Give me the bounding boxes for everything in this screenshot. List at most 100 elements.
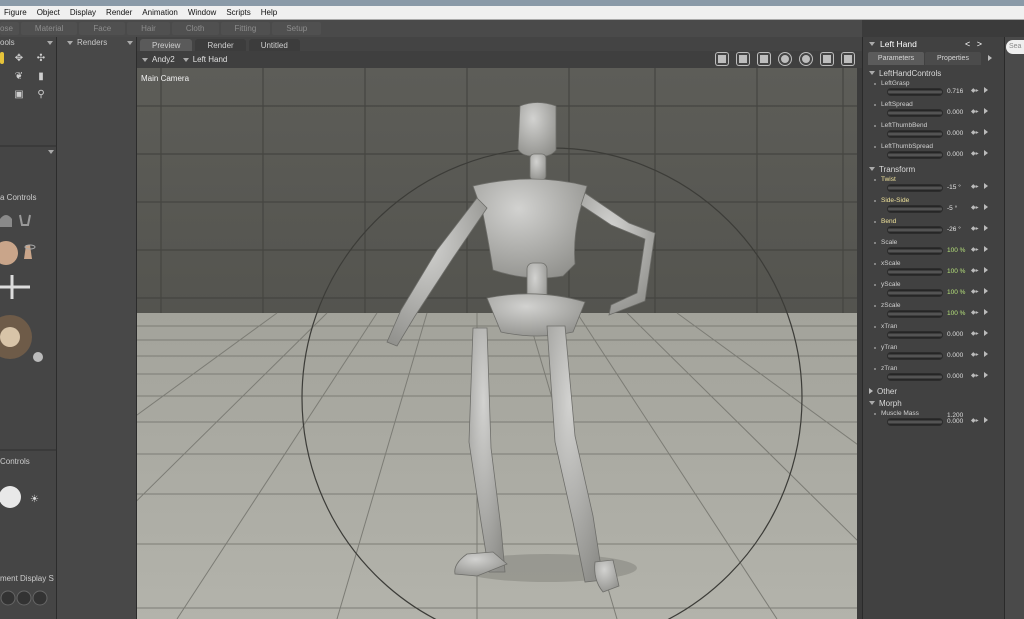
menu-object[interactable]: Object [32, 8, 65, 17]
keyframe-icon[interactable]: ◆▸ [971, 309, 979, 316]
camera-label[interactable]: Main Camera [141, 74, 189, 83]
param-menu-arrow-icon[interactable] [984, 108, 988, 114]
keyframe-icon[interactable]: ◆▸ [971, 288, 979, 295]
param-menu-arrow-icon[interactable] [984, 267, 988, 273]
param-dial[interactable] [887, 88, 943, 96]
search-input[interactable]: Sea [1006, 40, 1024, 54]
menu-scripts[interactable]: Scripts [221, 8, 255, 17]
keyframe-icon[interactable]: ◆▸ [971, 267, 979, 274]
panel-menu-icon-3[interactable] [127, 40, 133, 45]
keyframe-icon[interactable]: ◆▸ [971, 108, 979, 115]
morph-tool-icon[interactable]: ❦ [13, 70, 25, 82]
param-dial[interactable] [887, 226, 943, 234]
param-value[interactable]: 100 % [947, 289, 965, 296]
param-dial[interactable] [887, 109, 943, 117]
room-tab-face[interactable]: Face [79, 22, 126, 35]
param-menu-arrow-icon[interactable] [984, 351, 988, 357]
param-menu-arrow-icon[interactable] [984, 183, 988, 189]
param-dial[interactable] [887, 331, 943, 339]
param-dial[interactable] [887, 247, 943, 255]
keyframe-icon[interactable]: ◆▸ [971, 150, 979, 157]
param-menu-arrow-icon[interactable] [984, 330, 988, 336]
3d-viewport[interactable]: Main Camera [137, 68, 857, 619]
room-tab-material[interactable]: Material [20, 22, 78, 35]
param-menu-arrow-icon[interactable] [984, 129, 988, 135]
figure-select[interactable]: Andy2 [142, 55, 175, 64]
param-dial[interactable] [887, 184, 943, 192]
param-dial[interactable] [887, 205, 943, 213]
param-group-header[interactable]: Transform [863, 163, 1004, 175]
render-settings-icon[interactable] [842, 53, 854, 65]
param-menu-arrow-icon[interactable] [984, 204, 988, 210]
hand-icon-2[interactable] [19, 214, 31, 226]
param-menu-arrow-icon[interactable] [984, 225, 988, 231]
room-tab-pose[interactable]: ose [0, 22, 19, 35]
param-menu-arrow-icon[interactable] [984, 309, 988, 315]
tab-properties[interactable]: Properties [925, 52, 981, 65]
param-value[interactable]: -5 ° [947, 205, 957, 212]
param-menu-arrow-icon[interactable] [984, 150, 988, 156]
keyframe-icon[interactable]: ◆▸ [971, 183, 979, 190]
select-tool-icon[interactable]: ▣ [13, 88, 25, 100]
tab-render[interactable]: Render [195, 39, 246, 51]
camera-snapshot-icon[interactable] [716, 53, 728, 65]
param-menu-arrow-icon[interactable] [984, 87, 988, 93]
trash-tool-icon[interactable]: ▮ [35, 70, 47, 82]
param-value[interactable]: -15 ° [947, 184, 961, 191]
tab-parameters[interactable]: Parameters [868, 52, 924, 65]
param-value[interactable]: 0.716 [947, 88, 963, 95]
record-icon[interactable] [779, 53, 791, 65]
keyframe-icon[interactable]: ◆▸ [971, 330, 979, 337]
param-value[interactable]: 100 % [947, 310, 965, 317]
menu-animation[interactable]: Animation [137, 8, 183, 17]
menu-figure[interactable]: Figure [0, 8, 32, 17]
param-menu-arrow-icon[interactable] [984, 288, 988, 294]
param-value[interactable]: 100 % [947, 247, 965, 254]
param-menu-arrow-icon[interactable] [984, 246, 988, 252]
param-group-header[interactable]: LeftHandControls [863, 67, 1004, 79]
menu-render[interactable]: Render [101, 8, 137, 17]
actor-nav-arrows[interactable]: < > [965, 39, 984, 49]
keyframe-icon[interactable]: ◆▸ [971, 372, 979, 379]
actor-select[interactable]: Left Hand [182, 55, 227, 64]
param-dial[interactable] [887, 130, 943, 138]
keyframe-icon[interactable]: ◆▸ [971, 87, 979, 94]
param-dial[interactable] [887, 310, 943, 318]
param-dial[interactable] [887, 268, 943, 276]
render-camera-icon[interactable] [758, 53, 770, 65]
renders-header[interactable]: Renders [67, 38, 107, 47]
menu-display[interactable]: Display [65, 8, 101, 17]
keyframe-icon[interactable]: ◆▸ [971, 417, 979, 424]
keyframe-icon[interactable]: ◆▸ [971, 225, 979, 232]
zoom-tool-icon[interactable]: ⚲ [35, 88, 47, 100]
translate-tool-icon[interactable]: ✥ [13, 52, 25, 64]
room-tab-hair[interactable]: Hair [127, 22, 170, 35]
panel-menu-icon-2[interactable] [48, 150, 54, 154]
room-tab-fitting[interactable]: Fitting [220, 22, 271, 35]
keyframe-icon[interactable]: ◆▸ [971, 129, 979, 136]
keyframe-icon[interactable]: ◆▸ [971, 246, 979, 253]
menu-window[interactable]: Window [183, 8, 221, 17]
param-dial[interactable] [887, 151, 943, 159]
param-group-header[interactable]: Other [863, 385, 1004, 397]
keyframe-icon[interactable]: ◆▸ [971, 351, 979, 358]
param-value[interactable]: -26 ° [947, 226, 961, 233]
param-menu-arrow-icon[interactable] [984, 417, 988, 423]
room-tab-setup[interactable]: Setup [272, 22, 322, 35]
param-group-header[interactable]: Morph [863, 397, 1004, 409]
param-dial[interactable] [887, 373, 943, 381]
tab-preview[interactable]: Preview [140, 39, 193, 51]
tab-scroll-icon[interactable] [988, 55, 992, 61]
param-dial[interactable] [887, 352, 943, 360]
param-value[interactable]: 0.000 [947, 130, 963, 137]
param-dial[interactable] [887, 418, 943, 426]
tab-untitled[interactable]: Untitled [248, 39, 300, 51]
param-value[interactable]: 0.000 [947, 352, 963, 359]
param-value[interactable]: 0.000 [947, 418, 963, 425]
hand-icon[interactable] [0, 215, 12, 227]
move-tool-icon[interactable]: ✣ [35, 52, 47, 64]
menu-help[interactable]: Help [256, 8, 282, 17]
param-value[interactable]: 100 % [947, 268, 965, 275]
room-tab-cloth[interactable]: Cloth [171, 22, 219, 35]
param-value[interactable]: 0.000 [947, 373, 963, 380]
